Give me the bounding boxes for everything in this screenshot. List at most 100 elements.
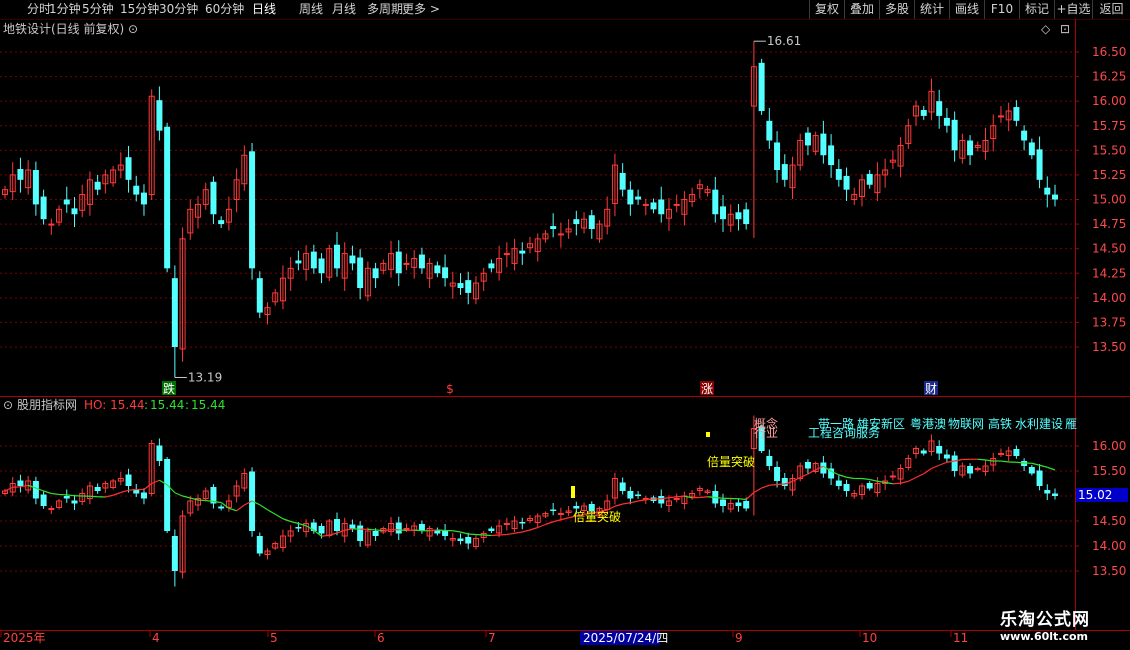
toolbar-button-1[interactable]: 叠加 (844, 0, 879, 19)
concept-label-7: 高铁 (988, 416, 1012, 431)
main-body-52 (403, 262, 410, 265)
timeframe-tab-2[interactable]: 5分钟 (82, 2, 114, 17)
timeframe-tab-8[interactable]: 月线 (332, 2, 356, 17)
kline-chart[interactable]: 16.50 16.25 16.00 15.75 15.50 15.25 15.00 14.75… (0, 19, 1130, 650)
top-toolbar: 分时 1分钟 5分钟 15分钟 30分钟 60分钟 日线 周线 月线 多周期 更多 > 复权 叠加 多股统… (0, 0, 1130, 20)
main-body-59 (457, 283, 464, 288)
ma-segment-69 (529, 526, 538, 531)
ma-segment-83 (637, 499, 646, 502)
sub-body-121 (936, 446, 943, 454)
timeframe-tab-4[interactable]: 30分钟 (159, 2, 198, 17)
date-label-8: 10 (862, 631, 877, 645)
main-body-60 (465, 280, 472, 293)
ma-segment-84 (645, 498, 654, 501)
sub-body-133 (1028, 467, 1035, 474)
timeframe-tab-9[interactable]: 多周期 (367, 2, 403, 17)
sub-panel-settings-icon[interactable]: ⊙ (3, 398, 13, 412)
timeframe-tab-7[interactable]: 周线 (299, 2, 323, 17)
ma-segment-20 (151, 479, 160, 485)
event-marker-0: 跌 (163, 381, 175, 396)
timeframe-tab-6[interactable]: 日线 (252, 2, 276, 17)
sub-body-125 (967, 466, 974, 474)
sub-body-60 (465, 537, 472, 544)
ma-segment-112 (861, 477, 870, 481)
toolbar-button-0[interactable]: 复权 (809, 0, 844, 19)
toolbar-button-6[interactable]: 标记 (1019, 0, 1054, 19)
main-panel-settings-icon[interactable]: ⊙ (128, 22, 138, 36)
ma-segment-121 (931, 464, 940, 470)
main-body-101 (781, 164, 788, 180)
main-body-129 (997, 115, 1004, 118)
toolbar-button-8[interactable]: 返回 (1092, 0, 1130, 19)
sub-candles (2, 415, 1058, 587)
sub-readout-ma2: 15.44 (191, 398, 226, 412)
sub-body-65 (503, 523, 510, 525)
main-body-5 (40, 196, 47, 220)
main-body-123 (951, 119, 958, 151)
ma-segment-64 (491, 534, 500, 537)
timeframe-tab-5[interactable]: 60分钟 (205, 2, 244, 17)
main-body-54 (418, 254, 425, 269)
ma-segment-54 (414, 529, 422, 532)
main-body-134 (1036, 149, 1043, 180)
main-body-38 (295, 260, 302, 264)
main-body-112 (866, 173, 873, 185)
main-body-108 (835, 169, 842, 180)
ma-segment-97 (745, 492, 755, 500)
main-body-82 (635, 196, 642, 200)
timeframe-tab-1[interactable]: 1分钟 (49, 2, 81, 17)
sub-body-129 (997, 453, 1004, 455)
ma-segment-62 (475, 533, 484, 536)
sub-body-12 (94, 487, 101, 491)
sub-body-46 (357, 525, 364, 541)
main-body-45 (349, 255, 356, 264)
main-body-84 (650, 202, 657, 210)
sub-body-122 (943, 454, 950, 459)
ma-segment-52 (398, 529, 407, 532)
main-body-65 (503, 253, 510, 256)
concept-label-3: 带一路 (818, 416, 854, 431)
main-body-106 (820, 133, 827, 156)
toolbar-button-2[interactable]: 多股 (879, 0, 914, 19)
main-axis-label-4: 15.50 (1092, 143, 1126, 157)
main-panel-window-icon[interactable]: ⊡ (1060, 22, 1070, 36)
concept-label-9: 雁 (1065, 417, 1077, 431)
toolbar-button-3[interactable]: 统计 (914, 0, 949, 19)
main-body-4 (32, 170, 39, 205)
main-body-2 (17, 169, 24, 180)
ma-segment-118 (908, 476, 917, 482)
toolbar-button-4[interactable]: 画线 (949, 0, 984, 19)
sub-body-33 (256, 536, 263, 554)
date-label-7: 9 (735, 631, 743, 645)
sub-body-16 (125, 474, 132, 486)
sub-body-82 (635, 494, 642, 496)
timeframe-tab-0[interactable]: 分时 (27, 2, 51, 17)
main-body-93 (720, 206, 727, 220)
main-body-81 (627, 189, 634, 205)
main-body-18 (140, 192, 147, 205)
watermark: 乐淘公式网 www.60lt.com (1000, 610, 1090, 644)
main-panel-diamond-icon[interactable]: ◇ (1041, 22, 1050, 36)
toolbar-button-5[interactable]: F10 (984, 0, 1019, 19)
sub-body-126 (974, 468, 981, 470)
timeframe-tab-10[interactable]: 更多 > (402, 2, 440, 17)
main-body-56 (434, 265, 441, 274)
toolbar-button-7[interactable]: +自选 (1054, 0, 1092, 19)
main-body-109 (843, 175, 850, 190)
main-body-17 (133, 185, 140, 195)
main-panel-title: 地铁设计(日线 前复权) (3, 22, 125, 36)
sub-body-67 (519, 522, 526, 524)
ma-segment-134 (1031, 462, 1040, 466)
concept-label-8: 水利建设 (1015, 417, 1063, 431)
ma-segment-26 (197, 499, 206, 502)
ma-segment-9 (66, 494, 75, 497)
concept-label-1: 行业 (754, 426, 778, 440)
main-axis-label-7: 14.75 (1092, 217, 1126, 231)
ma-segment-15 (112, 491, 122, 496)
sub-axis-label-3: 14.50 (1092, 514, 1126, 528)
timeframe-tab-3[interactable]: 15分钟 (120, 2, 159, 17)
breakout-flag-0 (571, 486, 575, 498)
sub-body-136 (1052, 493, 1058, 496)
main-axis-label-9: 14.25 (1092, 266, 1126, 280)
event-marker-3: 财 (925, 382, 937, 396)
